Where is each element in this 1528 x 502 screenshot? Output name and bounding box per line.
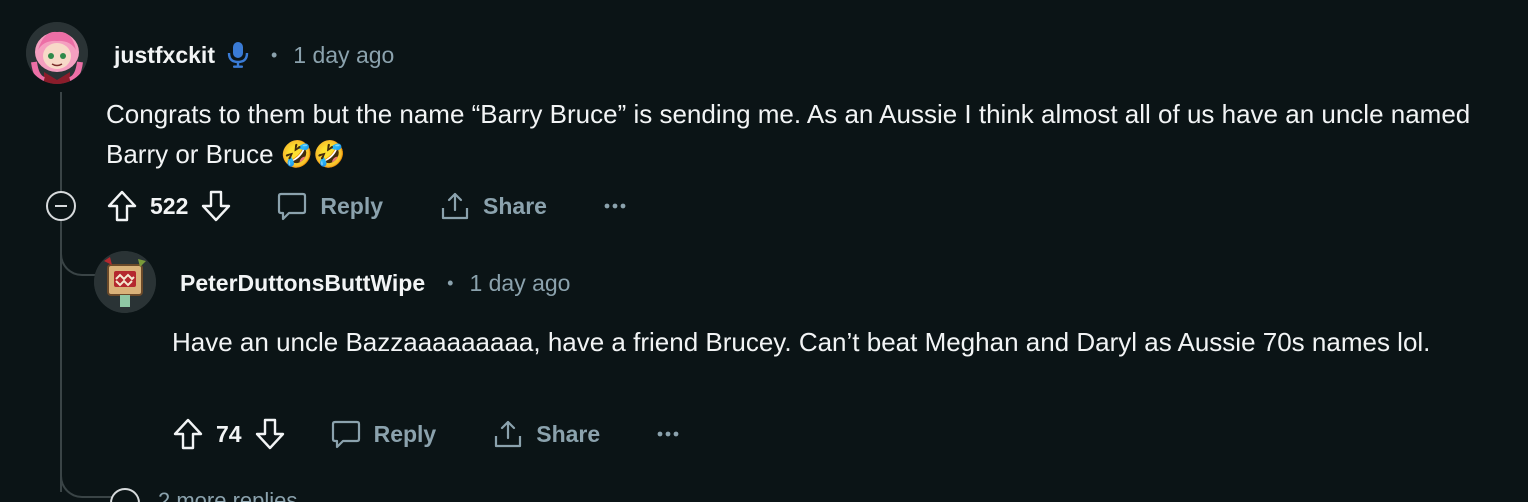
share-label: Share	[483, 192, 547, 219]
comment-actions: 522 Reply Share	[106, 186, 627, 226]
comment-actions: 74 Reply Share	[172, 414, 680, 454]
upvote-icon[interactable]	[106, 189, 138, 223]
reply-connector-bottom	[60, 460, 112, 498]
vote-count: 74	[216, 420, 242, 447]
share-icon	[492, 418, 524, 450]
avatar[interactable]	[26, 22, 88, 84]
comment-body: Have an uncle Bazzaaaaaaaaa, have a frie…	[172, 327, 1431, 357]
more-replies-link[interactable]: 2 more replies	[158, 488, 297, 502]
avatar[interactable]	[94, 251, 156, 313]
comment-meta: justfxckit • 1 day ago	[114, 39, 394, 71]
reply-connector	[60, 230, 100, 276]
reply-button[interactable]: Reply	[330, 418, 437, 450]
comment-bubble-icon	[330, 418, 362, 450]
upvote-icon[interactable]	[172, 417, 204, 451]
comment-meta: PeterDuttonsButtWipe • 1 day ago	[180, 267, 570, 299]
more-options-button[interactable]	[603, 202, 627, 210]
vote-group: 74	[172, 417, 286, 451]
username[interactable]: PeterDuttonsButtWipe	[180, 270, 425, 297]
vote-count: 522	[150, 192, 189, 219]
share-label: Share	[536, 420, 601, 447]
ellipsis-icon	[603, 202, 627, 210]
avatar-image	[26, 22, 88, 84]
avatar-image	[94, 251, 156, 313]
thread-line[interactable]	[60, 92, 62, 492]
separator-dot: •	[447, 272, 454, 293]
microphone-icon	[227, 41, 249, 69]
reply-button[interactable]: Reply	[276, 190, 383, 222]
reply-label: Reply	[320, 192, 384, 219]
username[interactable]: justfxckit	[114, 42, 215, 69]
reply-label: Reply	[373, 420, 437, 447]
share-icon	[439, 190, 471, 222]
share-button[interactable]: Share	[492, 418, 600, 450]
vote-group: 522	[106, 189, 232, 223]
timestamp[interactable]: 1 day ago	[293, 42, 394, 69]
downvote-icon[interactable]	[254, 417, 286, 451]
share-button[interactable]: Share	[439, 190, 547, 222]
comment-bubble-icon	[276, 190, 308, 222]
expand-replies-icon[interactable]	[110, 488, 140, 502]
timestamp[interactable]: 1 day ago	[469, 270, 570, 297]
more-options-button[interactable]	[656, 430, 680, 438]
comment-body: Congrats to them but the name “Barry Bru…	[106, 99, 1471, 169]
separator-dot: •	[270, 44, 278, 65]
ellipsis-icon	[656, 430, 680, 438]
collapse-thread-button[interactable]	[46, 191, 76, 221]
downvote-icon[interactable]	[200, 189, 232, 223]
comment-thread: justfxckit • 1 day ago Congrats to them …	[0, 0, 1528, 502]
